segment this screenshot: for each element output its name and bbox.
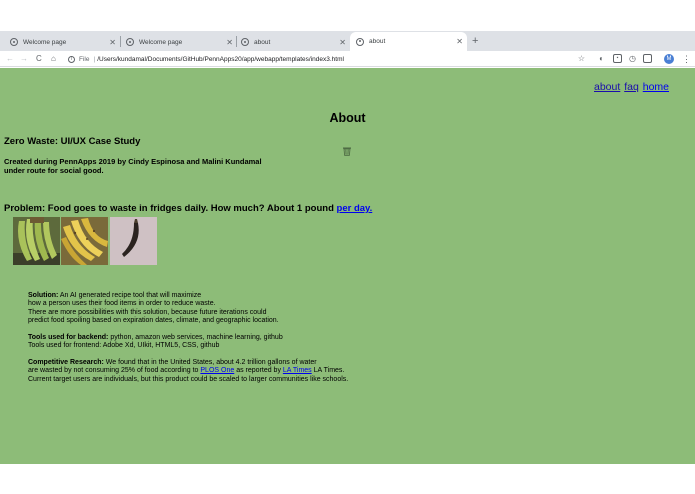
info-icon[interactable]: i — [68, 55, 75, 63]
close-icon[interactable]: ✕ — [339, 38, 346, 47]
tab-title: Welcome page — [139, 38, 183, 46]
browser-tab[interactable]: Welcome page ✕ — [4, 33, 120, 51]
page-content: about faq home About Zero Waste: UI/UX C… — [0, 68, 695, 464]
tab-title: Welcome page — [23, 38, 67, 46]
research-paragraph: Competitive Research: We found that in t… — [28, 359, 448, 384]
per-day-link[interactable]: per day. — [337, 203, 373, 214]
extension-clock-icon[interactable]: ◷ — [628, 54, 637, 63]
plos-one-link[interactable]: PLOS One — [200, 367, 234, 374]
menu-kebab-icon[interactable]: ⋮ — [682, 52, 691, 66]
file-scheme-label: File — [79, 55, 90, 63]
close-icon[interactable]: ✕ — [109, 38, 116, 47]
research-text: We found that in the United States, abou… — [103, 359, 317, 366]
tab-title: about — [369, 38, 386, 45]
browser-tab[interactable]: Welcome page ✕ — [121, 33, 237, 51]
credits-line: under route for social good. — [4, 166, 104, 175]
research-text: as reported by — [234, 367, 283, 375]
reload-icon[interactable]: C — [36, 52, 42, 66]
la-times-link[interactable]: LA Times — [283, 367, 312, 374]
solution-text: An AI generated recipe tool that will ma… — [58, 292, 202, 299]
page-title: About — [329, 111, 366, 125]
solution-text: There are more possibilities with this s… — [28, 308, 267, 316]
close-icon[interactable]: ✕ — [456, 37, 463, 46]
research-text: Current target users are individuals, bu… — [28, 375, 349, 383]
top-nav: about faq home — [593, 81, 669, 93]
extension-page-icon[interactable] — [643, 54, 652, 63]
nav-home-link[interactable]: home — [643, 81, 669, 93]
globe-icon — [356, 37, 364, 46]
backend-label: Tools used for backend: — [28, 334, 109, 341]
nav-about-link[interactable]: about — [594, 81, 620, 93]
solution-paragraph: Solution: An AI generated recipe tool th… — [28, 292, 428, 326]
browser-tab-active[interactable]: about ✕ — [350, 32, 467, 51]
tab-title: about — [254, 38, 271, 46]
profile-avatar[interactable]: M — [664, 54, 674, 64]
forward-arrow-icon[interactable]: → — [20, 52, 28, 66]
extension-box-icon[interactable]: ▪ — [613, 54, 622, 63]
globe-icon — [126, 38, 134, 46]
problem-statement: Problem: Food goes to waste in fridges d… — [4, 203, 372, 214]
credits: Created during PennApps 2019 by Cindy Es… — [4, 157, 304, 175]
solution-label: Solution: — [28, 292, 59, 299]
trash-icon — [343, 147, 351, 156]
window-top-margin — [0, 0, 695, 31]
tools-paragraph: Tools used for backend: python, amazon w… — [28, 334, 428, 351]
window-bottom-margin — [0, 464, 695, 494]
backend-tools: python, amazon web services, machine lea… — [108, 334, 283, 341]
solution-text: predict food spoiling based on expiratio… — [28, 317, 279, 325]
browser-tab[interactable]: about ✕ — [237, 33, 350, 51]
research-text: LA Times. — [311, 367, 345, 375]
bookmark-star-icon[interactable]: ☆ — [577, 54, 586, 63]
home-icon[interactable]: ⌂ — [51, 52, 56, 66]
ripe-bananas-image — [61, 217, 108, 265]
extension-icon[interactable]: ◐ — [597, 54, 606, 63]
case-study-title: Zero Waste: UI/UX Case Study — [4, 136, 141, 147]
nav-faq-link[interactable]: faq — [624, 81, 639, 93]
frontend-tools: Tools used for frontend: Adobe Xd, UIkit… — [28, 342, 220, 350]
new-tab-icon[interactable]: + — [472, 35, 478, 47]
back-arrow-icon[interactable]: ← — [6, 52, 14, 66]
research-label: Competitive Research: — [28, 359, 104, 366]
globe-icon — [10, 38, 18, 46]
close-icon[interactable]: ✕ — [226, 38, 233, 47]
problem-text: Problem: Food goes to waste in fridges d… — [4, 203, 337, 214]
overripe-banana-image — [110, 217, 157, 265]
url-text: /Users/kundamal/Documents/GitHub/PennApp… — [97, 55, 344, 63]
url-separator: | — [93, 55, 96, 63]
globe-icon — [241, 38, 249, 46]
research-text: are wasted by not consuming 25% of food … — [28, 367, 201, 375]
solution-text: how a person uses their food items in or… — [28, 300, 216, 308]
credits-line: Created during PennApps 2019 by Cindy Es… — [4, 157, 262, 166]
green-bananas-image — [13, 217, 60, 265]
address-bar[interactable]: i File | /Users/kundamal/Documents/GitHu… — [68, 53, 588, 65]
